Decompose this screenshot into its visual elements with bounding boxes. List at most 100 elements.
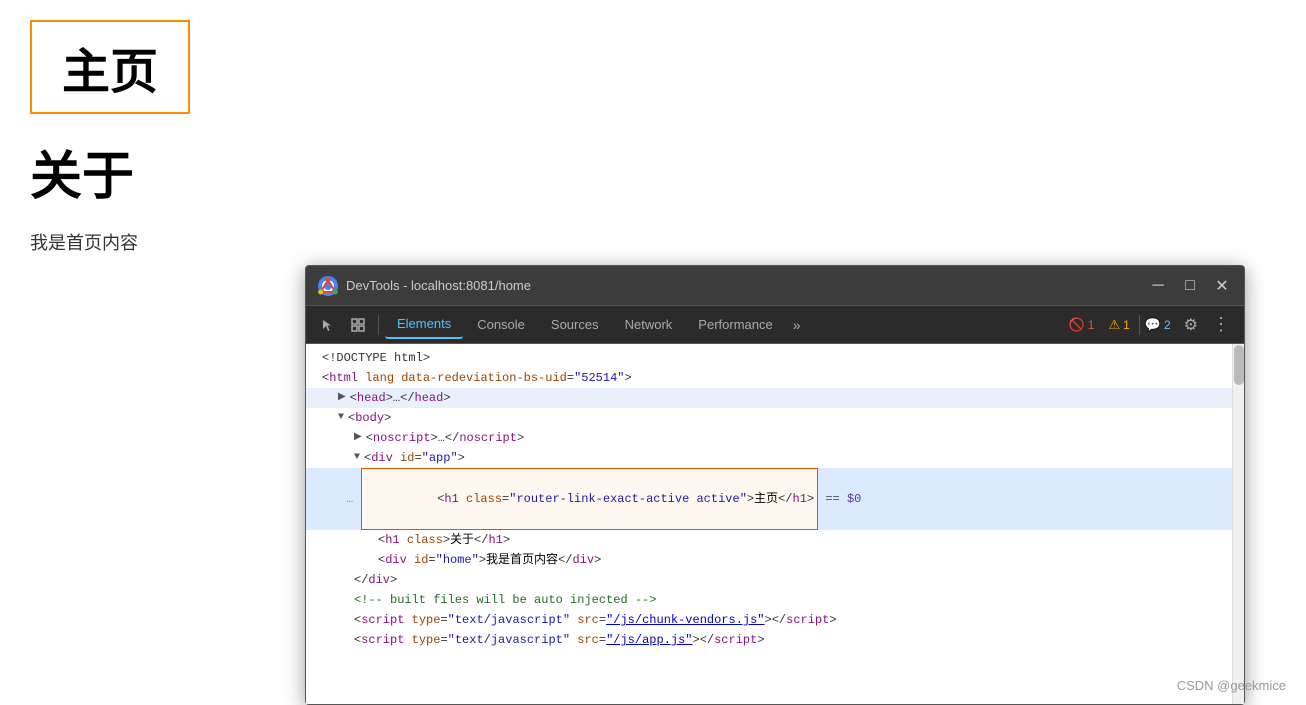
message-badge[interactable]: 💬 2: [1139, 315, 1176, 335]
code-text: div: [368, 570, 390, 590]
code-text: ></: [693, 630, 715, 650]
error-icon: 🚫: [1069, 317, 1085, 333]
code-text: =: [440, 630, 447, 650]
close-button[interactable]: ✕: [1212, 276, 1232, 296]
code-text: >: [443, 388, 450, 408]
code-line-noscript: ▶ <noscript>…</noscript>: [306, 428, 1232, 448]
code-text: =: [428, 550, 435, 570]
code-text: <!-- built files will be auto injected -…: [354, 590, 656, 610]
expand-arrow[interactable]: ▼: [354, 448, 360, 468]
code-text: [393, 448, 400, 468]
code-text: type: [412, 630, 441, 650]
code-text: script: [361, 630, 404, 650]
code-text: ==: [818, 489, 847, 509]
code-text: </: [474, 530, 488, 550]
tab-performance[interactable]: Performance: [686, 311, 784, 338]
code-text: h1: [488, 530, 502, 550]
code-text: html: [329, 368, 358, 388]
tab-sources[interactable]: Sources: [539, 311, 611, 338]
code-line-h1-highlighted[interactable]: … <h1 class="router-link-exact-active ac…: [306, 468, 1232, 530]
code-text: =: [567, 368, 574, 388]
code-text: <!DOCTYPE html>: [322, 348, 430, 368]
code-line-script2: <script type="text/javascript" src="/js/…: [306, 630, 1232, 650]
code-text: head: [415, 388, 444, 408]
script-src-link[interactable]: "/js/chunk-vendors.js": [606, 610, 764, 630]
badge-group: 🚫 1 ⚠ 1 💬 2: [1064, 315, 1176, 335]
warning-count: 1: [1123, 318, 1130, 332]
code-text: "router-link-exact-active active": [509, 492, 747, 506]
code-text: [358, 368, 365, 388]
maximize-button[interactable]: □: [1180, 277, 1200, 295]
main-heading: 主页: [30, 20, 190, 114]
more-options-button[interactable]: ⋮: [1206, 310, 1236, 339]
scrollbar-thumb[interactable]: [1234, 345, 1244, 385]
code-text: type: [412, 610, 441, 630]
devtools-toolbar: Elements Console Sources Network Perform…: [306, 306, 1244, 344]
code-line-head: ▶ <head>…</head>: [306, 388, 1232, 408]
code-text: src: [577, 610, 599, 630]
warning-icon: ⚠: [1108, 317, 1120, 333]
code-text: [570, 610, 577, 630]
code-text: "text/javascript": [448, 610, 570, 630]
more-tabs-button[interactable]: »: [787, 313, 807, 337]
code-text: <: [378, 550, 385, 570]
settings-icon-button[interactable]: ⚙: [1178, 311, 1204, 339]
code-text: >: [443, 530, 450, 550]
code-text: id: [414, 550, 428, 570]
code-text: <: [364, 448, 371, 468]
code-text: "text/javascript": [448, 630, 570, 650]
code-line-comment: <!-- built files will be auto injected -…: [306, 590, 1232, 610]
code-text: =: [440, 610, 447, 630]
code-text: </: [354, 570, 368, 590]
code-text: <: [354, 610, 361, 630]
code-text: ></: [765, 610, 787, 630]
script-app-link[interactable]: "/js/app.js": [606, 630, 692, 650]
minimize-button[interactable]: ─: [1148, 277, 1168, 295]
vertical-scrollbar[interactable]: [1232, 344, 1244, 704]
code-line-close-div: </div>: [306, 570, 1232, 590]
tab-console[interactable]: Console: [465, 311, 537, 338]
devtools-controls: ─ □ ✕: [1148, 276, 1232, 296]
code-text: <: [350, 388, 357, 408]
expand-arrow[interactable]: ▼: [338, 408, 344, 428]
code-text: head: [357, 388, 386, 408]
code-text: =: [599, 630, 606, 650]
code-text: >: [829, 610, 836, 630]
error-badge[interactable]: 🚫 1: [1064, 315, 1100, 335]
code-text: =: [599, 610, 606, 630]
code-text: [459, 492, 466, 506]
code-text: body: [355, 408, 384, 428]
code-text: >: [479, 550, 486, 570]
code-text: >: [503, 530, 510, 550]
code-text: </: [558, 550, 572, 570]
toolbar-separator: [378, 315, 379, 335]
code-text: "52514": [574, 368, 624, 388]
code-text: >: [747, 492, 754, 506]
cursor-icon-button[interactable]: [314, 311, 342, 339]
code-text: h1: [385, 530, 399, 550]
devtools-titlebar: DevTools - localhost:8081/home ─ □ ✕: [306, 266, 1244, 306]
warning-badge[interactable]: ⚠ 1: [1103, 315, 1134, 335]
tab-network[interactable]: Network: [613, 311, 685, 338]
code-text: div: [371, 448, 393, 468]
highlighted-element: <h1 class="router-link-exact-active acti…: [361, 468, 818, 530]
watermark: CSDN @geekmice: [1177, 678, 1286, 693]
code-text: "app": [422, 448, 458, 468]
code-text: >: [458, 448, 465, 468]
code-text: [570, 630, 577, 650]
code-text: >: [384, 408, 391, 428]
expand-arrow[interactable]: ▶: [338, 388, 346, 408]
code-text: 主页: [754, 492, 778, 506]
code-text: h1: [793, 492, 807, 506]
inspect-icon-button[interactable]: [344, 311, 372, 339]
code-line-div-home: <div id="home">我是首页内容</div>: [306, 550, 1232, 570]
dollar-zero: $0: [847, 489, 861, 509]
code-line: <html lang data-redeviation-bs-uid="5251…: [306, 368, 1232, 388]
code-text: >…</: [386, 388, 415, 408]
tab-elements[interactable]: Elements: [385, 310, 463, 339]
code-area[interactable]: <!DOCTYPE html> <html lang data-redeviat…: [306, 344, 1232, 704]
code-text: script: [714, 630, 757, 650]
devtools-window: DevTools - localhost:8081/home ─ □ ✕ Ele…: [305, 265, 1245, 705]
code-text: 关于: [450, 530, 474, 550]
expand-arrow[interactable]: ▶: [354, 428, 362, 448]
